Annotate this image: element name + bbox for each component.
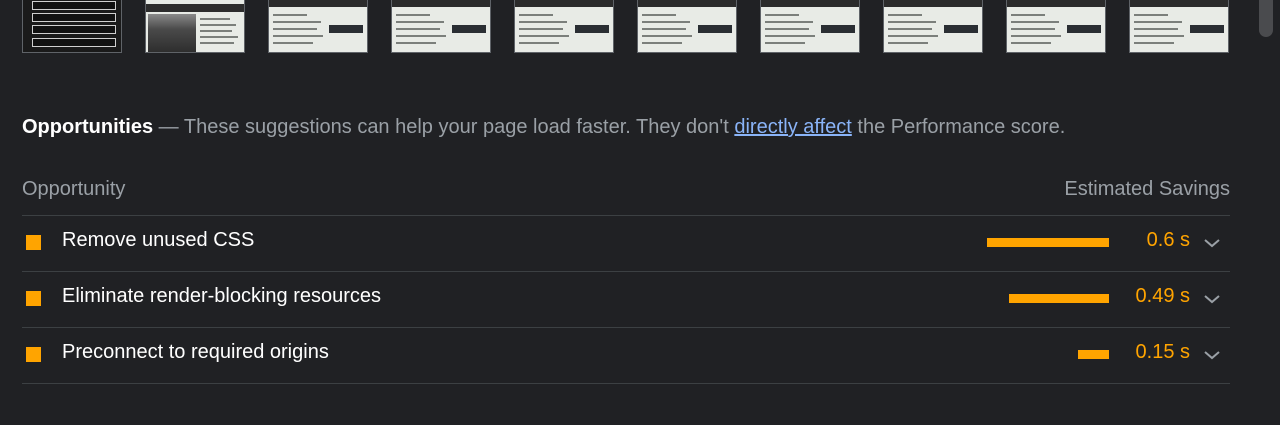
scrollbar-thumb[interactable] <box>1259 0 1273 37</box>
filmstrip-frame <box>1006 0 1106 53</box>
savings-value: 0.49 s <box>1135 285 1190 307</box>
opportunity-label: Preconnect to required origins <box>62 341 329 363</box>
header-dash: — <box>158 116 179 138</box>
lighthouse-report: Opportunities — These suggestions can he… <box>0 0 1280 425</box>
chevron-down-icon[interactable] <box>1202 235 1222 251</box>
opportunity-label: Eliminate render-blocking resources <box>62 285 382 307</box>
opportunities-header: Opportunities — These suggestions can he… <box>22 113 1232 141</box>
opportunity-row-preconnect-origins[interactable]: Preconnect to required origins 0.15 s <box>22 328 1230 384</box>
filmstrip-frame <box>145 0 245 53</box>
column-header-estimated-savings: Estimated Savings <box>1064 178 1230 200</box>
savings-bar <box>1078 350 1109 359</box>
orange-square-icon <box>26 347 41 362</box>
opportunity-row-eliminate-render-blocking[interactable]: Eliminate render-blocking resources 0.49… <box>22 272 1230 328</box>
chevron-down-icon[interactable] <box>1202 291 1222 307</box>
opportunity-row-remove-unused-css[interactable]: Remove unused CSS 0.6 s <box>22 216 1230 272</box>
filmstrip-frame <box>1129 0 1229 53</box>
opportunities-description-end: the Performance score. <box>857 116 1066 138</box>
scrollbar[interactable] <box>1252 0 1280 425</box>
savings-bar <box>987 238 1109 247</box>
savings-value: 0.15 s <box>1135 341 1190 363</box>
filmstrip-frame <box>637 0 737 53</box>
filmstrip-frame <box>268 0 368 53</box>
column-header-opportunity: Opportunity <box>22 178 126 200</box>
chevron-down-icon[interactable] <box>1202 347 1222 363</box>
orange-square-icon <box>26 235 41 250</box>
opportunities-title: Opportunities <box>22 116 154 138</box>
filmstrip-frame <box>883 0 983 53</box>
directly-affect-link[interactable]: directly affect <box>734 116 851 138</box>
opportunities-description: These suggestions can help your page loa… <box>183 116 729 138</box>
opportunity-label: Remove unused CSS <box>62 229 255 251</box>
savings-value: 0.6 s <box>1146 229 1190 251</box>
savings-bar <box>1009 294 1109 303</box>
filmstrip-frame <box>22 0 122 53</box>
filmstrip-frame <box>760 0 860 53</box>
filmstrip-frame <box>391 0 491 53</box>
orange-square-icon <box>26 291 41 306</box>
filmstrip-frame <box>514 0 614 53</box>
opportunities-table-header: Opportunity Estimated Savings <box>22 177 1230 216</box>
filmstrip <box>22 0 1232 54</box>
